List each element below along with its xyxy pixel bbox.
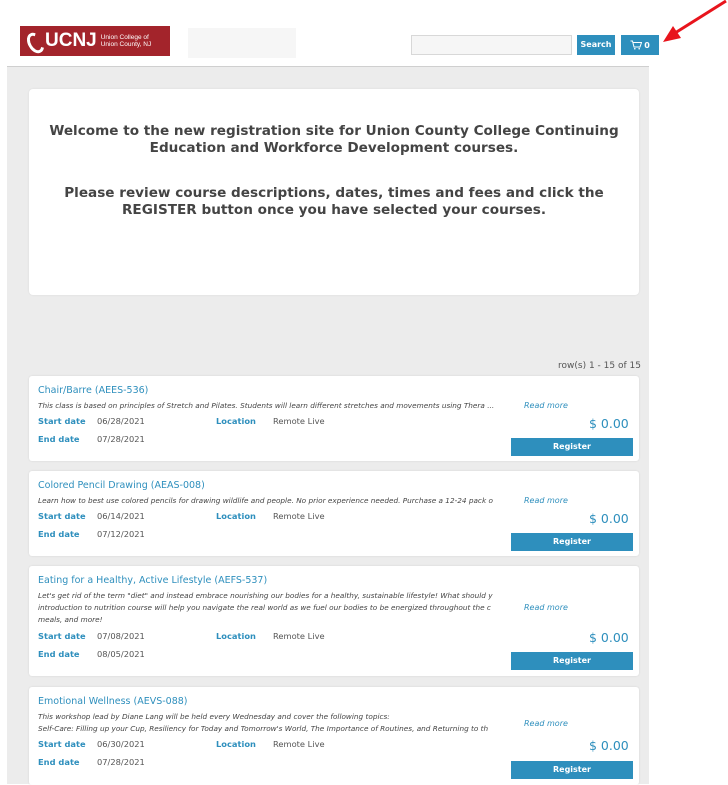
flame-logo-icon: [26, 30, 42, 52]
course-price: $ 0.00: [589, 630, 629, 645]
location-value: Remote Live: [273, 631, 325, 641]
course-card: Chair/Barre (AEES-536) This class is bas…: [29, 376, 639, 461]
welcome-message: Welcome to the new registration site for…: [49, 123, 619, 156]
logo-subtitle: Union College of Union County, NJ: [101, 34, 151, 48]
end-date-value: 08/05/2021: [97, 649, 145, 659]
start-date-value: 07/08/2021: [97, 631, 145, 641]
course-description-line: This workshop lead by Diane Lang will be…: [38, 712, 390, 721]
read-more-link[interactable]: Read more: [524, 603, 568, 612]
course-description-line: Let's get rid of the term "diet" and ins…: [38, 591, 493, 600]
course-price: $ 0.00: [589, 738, 629, 753]
course-description-line: meals, and more!: [38, 615, 103, 624]
course-card: Eating for a Healthy, Active Lifestyle (…: [29, 566, 639, 676]
location-label: Location: [216, 511, 256, 521]
course-description-line: introduction to nutrition course will he…: [38, 603, 491, 612]
location-value: Remote Live: [273, 416, 325, 426]
end-date-value: 07/12/2021: [97, 529, 145, 539]
start-date-value: 06/14/2021: [97, 511, 145, 521]
course-card: Emotional Wellness (AEVS-088) This works…: [29, 687, 639, 785]
row-count: row(s) 1 - 15 of 15: [558, 361, 641, 371]
read-more-link[interactable]: Read more: [524, 401, 568, 410]
end-date-label: End date: [38, 529, 80, 539]
instructions-message: Please review course descriptions, dates…: [64, 185, 604, 218]
start-date-label: Start date: [38, 631, 86, 641]
end-date-label: End date: [38, 757, 80, 767]
course-card: Colored Pencil Drawing (AEAS-008) Learn …: [29, 471, 639, 556]
location-label: Location: [216, 416, 256, 426]
course-price: $ 0.00: [589, 416, 629, 431]
search-button[interactable]: Search: [577, 35, 615, 55]
search-input[interactable]: [411, 35, 572, 55]
annotation-arrow-icon: [663, 0, 727, 42]
welcome-panel: Welcome to the new registration site for…: [29, 89, 639, 295]
end-date-label: End date: [38, 649, 80, 659]
course-description: Learn how to best use colored pencils fo…: [38, 496, 493, 505]
location-value: Remote Live: [273, 511, 325, 521]
register-button[interactable]: Register: [511, 438, 633, 456]
course-title[interactable]: Colored Pencil Drawing (AEAS-008): [38, 480, 205, 491]
start-date-value: 06/30/2021: [97, 739, 145, 749]
header-banner-area: [188, 28, 296, 58]
main-content: Welcome to the new registration site for…: [7, 66, 649, 785]
end-date-value: 07/28/2021: [97, 434, 145, 444]
course-title[interactable]: Chair/Barre (AEES-536): [38, 385, 148, 396]
start-date-label: Start date: [38, 511, 86, 521]
ucnj-logo[interactable]: UCNJ Union College of Union County, NJ: [20, 26, 170, 56]
register-button[interactable]: Register: [511, 761, 633, 779]
read-more-link[interactable]: Read more: [524, 496, 568, 505]
location-value: Remote Live: [273, 739, 325, 749]
logo-subtitle-line2: Union County, NJ: [100, 41, 152, 48]
location-label: Location: [216, 631, 256, 641]
logo-subtitle-line1: Union College of: [100, 34, 149, 41]
register-button[interactable]: Register: [511, 652, 633, 670]
course-title[interactable]: Eating for a Healthy, Active Lifestyle (…: [38, 575, 267, 586]
end-date-value: 07/28/2021: [97, 757, 145, 767]
location-label: Location: [216, 739, 256, 749]
cart-button[interactable]: 0: [621, 35, 659, 55]
course-price: $ 0.00: [589, 511, 629, 526]
logo-wordmark: UCNJ: [45, 30, 97, 51]
cart-count: 0: [644, 40, 650, 50]
start-date-label: Start date: [38, 739, 86, 749]
start-date-label: Start date: [38, 416, 86, 426]
register-button[interactable]: Register: [511, 533, 633, 551]
course-description: This class is based on principles of Str…: [38, 401, 495, 410]
read-more-link[interactable]: Read more: [524, 719, 568, 728]
header: UCNJ Union College of Union County, NJ S…: [0, 0, 728, 66]
course-description-line: Self-Care: Filling up your Cup, Resilien…: [38, 724, 489, 733]
course-title[interactable]: Emotional Wellness (AEVS-088): [38, 696, 188, 707]
end-date-label: End date: [38, 434, 80, 444]
cart-icon: [630, 40, 643, 50]
start-date-value: 06/28/2021: [97, 416, 145, 426]
